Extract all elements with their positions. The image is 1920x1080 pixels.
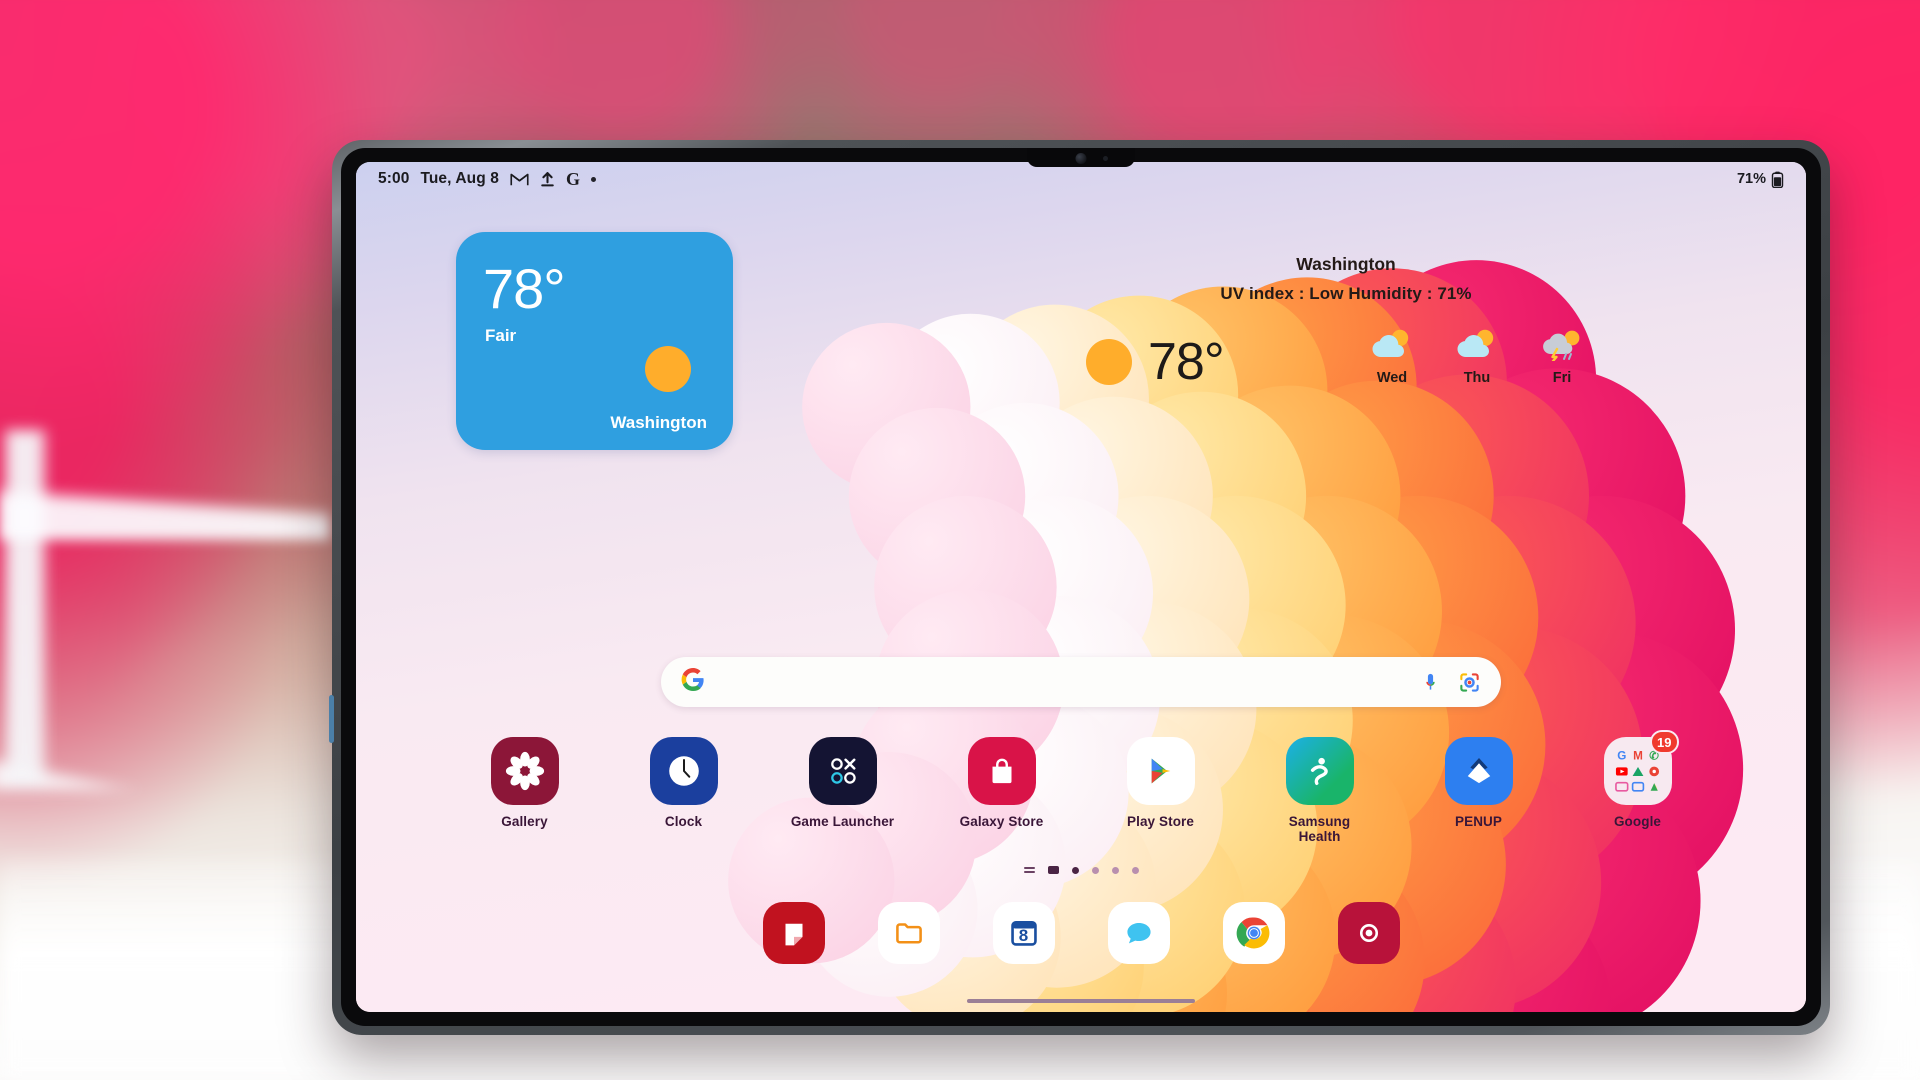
background-railing-bar [0, 470, 330, 540]
page-dot[interactable] [1131, 866, 1139, 874]
home-page-indicator[interactable] [1047, 866, 1059, 874]
battery-icon [1771, 171, 1784, 188]
google-lens-icon[interactable] [1458, 671, 1481, 694]
app-gallery[interactable]: Gallery [473, 737, 577, 844]
page-dot[interactable] [1091, 866, 1099, 874]
app-label: Google [1613, 814, 1662, 829]
google-search-bar[interactable] [661, 657, 1501, 707]
game-launcher-icon [808, 737, 877, 805]
weather-info-current[interactable]: 78° [1086, 332, 1225, 392]
partly-cloudy-icon [1457, 329, 1494, 357]
weather-widget-card[interactable]: 78° Fair Washington [456, 232, 733, 450]
svg-text:M: M [1633, 749, 1643, 762]
battery-percent: 71% [1736, 171, 1766, 187]
clock-icon [649, 737, 718, 805]
samsung-notes-icon[interactable] [762, 902, 825, 964]
sensor-icon [1103, 156, 1108, 161]
samsung-health-icon [1285, 737, 1354, 805]
tablet-device: 5:00 Tue, Aug 8 G 71% 78° Fair Washingto… [329, 140, 1830, 1035]
forecast-day-label: Wed [1376, 370, 1408, 386]
gallery-icon [490, 737, 559, 805]
upload-icon [540, 171, 555, 187]
google-folder-icon: G M ✆ 19 [1603, 730, 1679, 805]
app-label: Game Launcher [790, 814, 895, 829]
app-label: Play Store [1126, 814, 1195, 829]
status-time: 5:00 [378, 170, 410, 187]
penup-icon [1444, 737, 1513, 805]
app-penup[interactable]: PENUP [1427, 737, 1531, 844]
weather-info-details: UV index : Low Humidity : 71% [1220, 284, 1472, 303]
front-camera-icon [1075, 153, 1087, 164]
status-bar[interactable]: 5:00 Tue, Aug 8 G 71% [356, 162, 1806, 196]
dock: 8 [356, 902, 1806, 964]
weather-forecast[interactable]: Wed Thu Fri [1366, 327, 1588, 386]
google-icon: G [565, 169, 580, 189]
app-list-indicator[interactable] [1023, 866, 1035, 874]
app-grid: Gallery Clock Game Launcher Galaxy Store… [356, 730, 1806, 844]
app-label: PENUP [1454, 814, 1502, 829]
tablet-screen[interactable]: 5:00 Tue, Aug 8 G 71% 78° Fair Washingto… [356, 162, 1806, 1012]
page-dot[interactable] [1111, 866, 1119, 874]
gmail-icon [510, 172, 529, 186]
app-clock[interactable]: Clock [632, 737, 736, 844]
app-label: Gallery [501, 814, 548, 829]
tablet-bezel: 5:00 Tue, Aug 8 G 71% 78° Fair Washingto… [341, 148, 1821, 1026]
svg-text:G: G [1617, 749, 1626, 762]
camera-icon[interactable] [1337, 902, 1400, 964]
app-label: Samsung Health [1288, 814, 1351, 844]
thunderstorm-icon [1543, 330, 1580, 363]
forecast-day: Thu [1451, 327, 1503, 386]
status-bar-right: 71% [1737, 171, 1784, 188]
app-google-folder[interactable]: G M ✆ 19 Google [1586, 730, 1690, 844]
side-button[interactable] [329, 695, 334, 743]
calendar-day: 8 [1018, 926, 1029, 945]
forecast-day: Fri [1536, 327, 1588, 386]
status-date: Tue, Aug 8 [420, 170, 499, 187]
my-files-icon[interactable] [877, 902, 940, 964]
weather-info-temperature: 78° [1148, 333, 1225, 391]
sun-icon [645, 346, 691, 392]
galaxy-store-icon [967, 737, 1036, 805]
partly-cloudy-icon [1372, 329, 1409, 357]
microphone-icon[interactable] [1419, 671, 1442, 694]
play-store-icon [1126, 737, 1195, 805]
app-samsung-health[interactable]: Samsung Health [1268, 737, 1372, 844]
weather-widget-condition: Fair [485, 326, 517, 345]
dot-icon [590, 176, 596, 182]
app-game-launcher[interactable]: Game Launcher [791, 737, 895, 844]
google-g-icon [681, 667, 705, 697]
app-label: Clock [664, 814, 703, 829]
forecast-day: Wed [1366, 327, 1418, 386]
page-dot[interactable] [1071, 866, 1079, 874]
sun-icon [1086, 339, 1132, 385]
weather-info-city: Washington [1296, 254, 1396, 274]
forecast-day-label: Fri [1552, 370, 1572, 386]
page-indicator[interactable] [356, 866, 1806, 874]
app-label: Galaxy Store [959, 814, 1044, 829]
status-bar-left: 5:00 Tue, Aug 8 G [378, 170, 596, 188]
app-play-store[interactable]: Play Store [1109, 737, 1213, 844]
weather-info[interactable]: Washington UV index : Low Humidity : 71% [1136, 254, 1556, 304]
calendar-icon[interactable]: 8 [992, 902, 1055, 964]
notification-badge: 19 [1650, 730, 1679, 754]
chrome-icon[interactable] [1222, 902, 1285, 964]
navigation-bar-handle[interactable] [967, 999, 1195, 1003]
forecast-day-label: Thu [1463, 370, 1491, 386]
messages-icon[interactable] [1107, 902, 1170, 964]
weather-widget-temperature: 78° [483, 257, 566, 320]
app-galaxy-store[interactable]: Galaxy Store [950, 737, 1054, 844]
weather-widget-city: Washington [610, 413, 707, 432]
